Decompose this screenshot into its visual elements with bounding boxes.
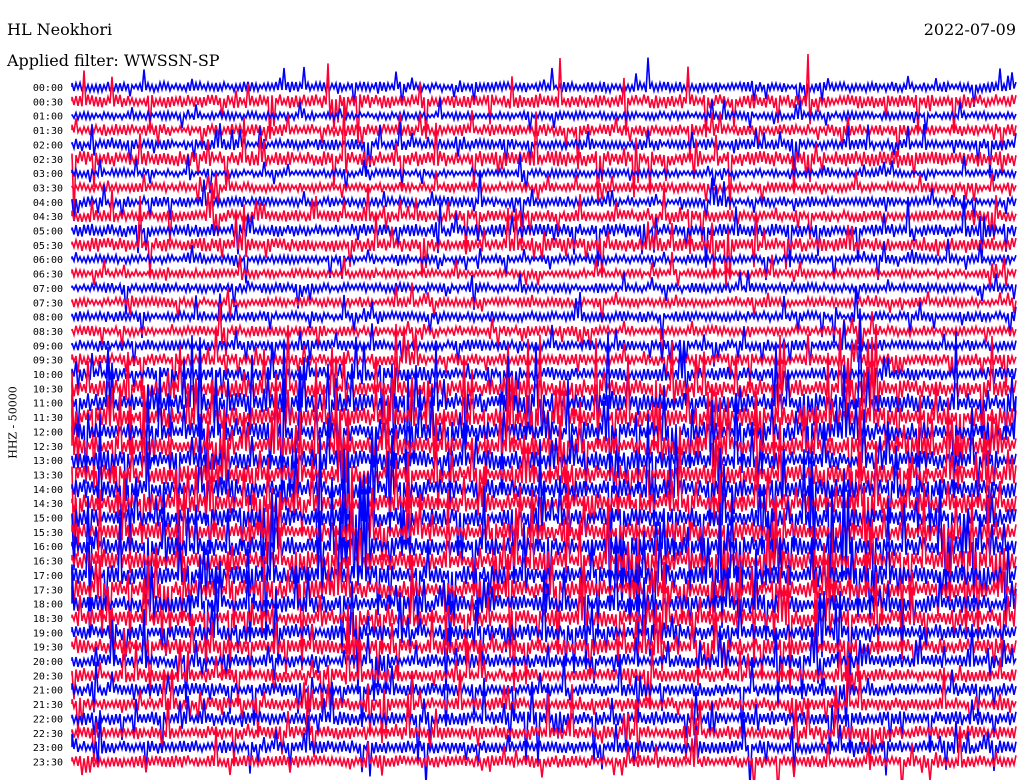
row-tick-label: 11:00 xyxy=(33,399,63,410)
row-tick-label: 16:30 xyxy=(33,557,63,568)
row-tick-label: 01:30 xyxy=(33,126,63,137)
row-tick-label: 15:30 xyxy=(33,528,63,539)
row-tick-label: 13:30 xyxy=(33,470,63,481)
row-tick-label: 02:30 xyxy=(33,155,63,166)
tick-label-group: 00:00 00:30 01:00 01:30 02:00 02:30 03:00 03:30… xyxy=(33,83,63,768)
row-tick-label: 05:00 xyxy=(33,227,63,238)
row-tick-label: 21:00 xyxy=(33,686,63,697)
row-tick-label: 02:00 xyxy=(33,140,63,151)
row-tick-label: 06:30 xyxy=(33,270,63,281)
row-tick-label: 03:00 xyxy=(33,169,63,180)
seismic-trace-2230 xyxy=(71,684,1017,771)
seismic-trace-0800 xyxy=(71,287,1017,344)
row-tick-label: 20:30 xyxy=(33,671,63,682)
row-tick-label: 05:30 xyxy=(33,241,63,252)
row-tick-label: 07:00 xyxy=(33,284,63,295)
row-tick-label: 13:00 xyxy=(33,456,63,467)
row-tick-label: 11:30 xyxy=(33,413,63,424)
row-tick-label: 10:30 xyxy=(33,384,63,395)
row-tick-label: 12:00 xyxy=(33,427,63,438)
row-tick-label: 04:00 xyxy=(33,198,63,209)
row-tick-label: 12:30 xyxy=(33,442,63,453)
row-tick-label: 18:30 xyxy=(33,614,63,625)
row-tick-label: 03:30 xyxy=(33,183,63,194)
row-tick-label: 19:30 xyxy=(33,643,63,654)
row-tick-label: 23:00 xyxy=(33,743,63,754)
row-tick-label: 00:30 xyxy=(33,97,63,108)
row-tick-label: 18:00 xyxy=(33,600,63,611)
row-tick-label: 20:00 xyxy=(33,657,63,668)
row-tick-label: 17:30 xyxy=(33,585,63,596)
row-tick-label: 15:00 xyxy=(33,514,63,525)
row-tick-label: 16:00 xyxy=(33,542,63,553)
row-tick-label: 10:00 xyxy=(33,370,63,381)
row-tick-label: 06:00 xyxy=(33,255,63,266)
row-tick-label: 09:00 xyxy=(33,341,63,352)
row-tick-label: 19:00 xyxy=(33,628,63,639)
row-tick-label: 17:00 xyxy=(33,571,63,582)
row-tick-label: 04:30 xyxy=(33,212,63,223)
row-tick-label: 23:30 xyxy=(33,757,63,768)
row-tick-label: 00:00 xyxy=(33,83,63,94)
trace-group xyxy=(71,53,1017,780)
row-tick-label: 22:00 xyxy=(33,714,63,725)
row-tick-label: 01:00 xyxy=(33,112,63,123)
row-tick-label: 21:30 xyxy=(33,700,63,711)
row-tick-label: 22:30 xyxy=(33,729,63,740)
row-tick-label: 14:30 xyxy=(33,499,63,510)
row-tick-label: 08:00 xyxy=(33,313,63,324)
row-tick-label: 07:30 xyxy=(33,298,63,309)
row-tick-label: 14:00 xyxy=(33,485,63,496)
row-tick-label: 08:30 xyxy=(33,327,63,338)
row-tick-label: 09:30 xyxy=(33,356,63,367)
helicorder-plot: 00:00 00:30 01:00 01:30 02:00 02:30 03:00 03:30… xyxy=(33,53,1017,780)
